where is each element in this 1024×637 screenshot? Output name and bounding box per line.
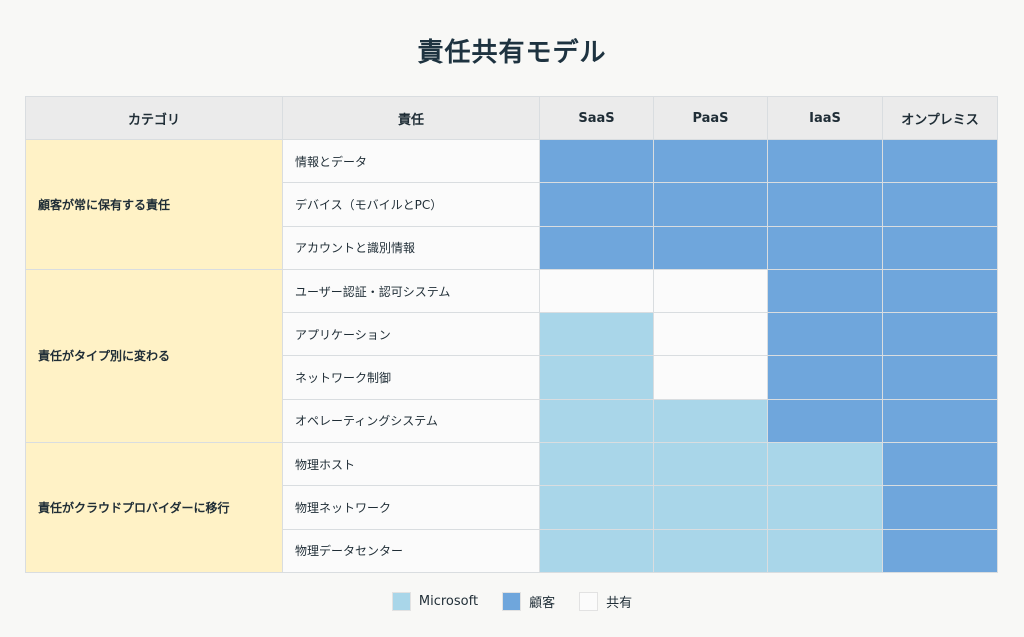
cell-saas [539,138,654,184]
legend-swatch [579,592,599,611]
cell-onprem [882,485,998,530]
page-title: 責任共有モデル [417,38,607,68]
cell-iaas [767,268,883,314]
cell-paas [653,528,768,573]
cell-onprem [882,528,998,573]
cell-iaas [767,485,883,530]
responsibility-cell: アプリケーション [282,312,540,357]
category-cell: 責任がタイプ別に変わる [25,268,283,444]
cell-paas [653,225,768,270]
cell-paas [653,398,768,444]
cell-paas [653,312,768,357]
legend-label: 共有 [606,596,633,611]
legend-item: 共有 [579,592,632,611]
legend: Microsoft 顧客 共有 [0,592,1024,611]
table-header-row: カテゴリ 責任 SaaS PaaS IaaS オンプレミス [25,96,998,140]
legend-label: Microsoft [418,594,479,609]
cell-iaas [767,138,883,184]
cell-onprem [882,442,998,487]
cell-iaas [767,398,883,444]
cell-paas [653,138,768,184]
responsibility-cell: アカウントと識別情報 [282,225,540,270]
responsibility-table: カテゴリ 責任 SaaS PaaS IaaS オンプレミス 顧客が常に保有する責… [25,96,998,573]
column-header-onprem: オンプレミス [882,96,998,140]
column-header-saas: SaaS [539,96,654,140]
column-header-paas: PaaS [653,96,768,140]
table-body: 顧客が常に保有する責任 情報とデータ デバイス（モバイルとPC） アカウントと識別情報… [25,138,998,573]
cell-onprem [882,268,998,314]
cell-onprem [882,182,998,227]
cell-onprem [882,138,998,184]
column-header-iaas: IaaS [767,96,883,140]
responsibility-cell: ネットワーク制御 [282,355,540,400]
cell-saas [539,225,654,270]
cell-saas [539,268,654,314]
cell-paas [653,485,768,530]
responsibility-cell: デバイス（モバイルとPC） [282,182,540,227]
cell-onprem [882,355,998,400]
legend-item: 顧客 [502,592,555,611]
table-row: 顧客が常に保有する責任 情報とデータ [25,138,998,270]
cell-onprem [882,398,998,444]
cell-onprem [882,312,998,357]
responsibility-cell: ユーザー認証・認可システム [282,268,540,314]
cell-paas [653,182,768,227]
cell-iaas [767,355,883,400]
cell-saas [539,182,654,227]
category-cell: 責任がクラウドプロバイダーに移行 [25,442,283,573]
cell-iaas [767,225,883,270]
cell-paas [653,355,768,400]
cell-iaas [767,312,883,357]
column-header-category: カテゴリ [25,96,283,140]
cell-saas [539,528,654,573]
cell-onprem [882,225,998,270]
cell-paas [653,442,768,487]
legend-swatch [391,592,411,611]
legend-item: Microsoft [391,592,479,611]
category-cell: 顧客が常に保有する責任 [25,139,283,270]
cell-saas [539,485,654,530]
responsibility-cell: 物理データセンター [282,528,540,573]
table-row: 責任がクラウドプロバイダーに移行 物理ホスト [25,442,998,573]
cell-saas [539,355,654,400]
legend-label: 顧客 [529,596,556,611]
cell-saas [539,442,654,487]
responsibility-cell: オペレーティングシステム [282,398,540,444]
column-header-responsibility: 責任 [282,96,540,140]
cell-iaas [767,442,883,487]
cell-iaas [767,528,883,573]
responsibility-cell: 情報とデータ [282,138,540,184]
legend-swatch [502,592,522,611]
cell-paas [653,268,768,314]
cell-saas [539,398,654,444]
responsibility-cell: 物理ホスト [282,442,540,487]
table-row: 責任がタイプ別に変わる ユーザー認証・認可システム [25,268,998,444]
cell-iaas [767,182,883,227]
cell-saas [539,312,654,357]
responsibility-cell: 物理ネットワーク [282,485,540,530]
